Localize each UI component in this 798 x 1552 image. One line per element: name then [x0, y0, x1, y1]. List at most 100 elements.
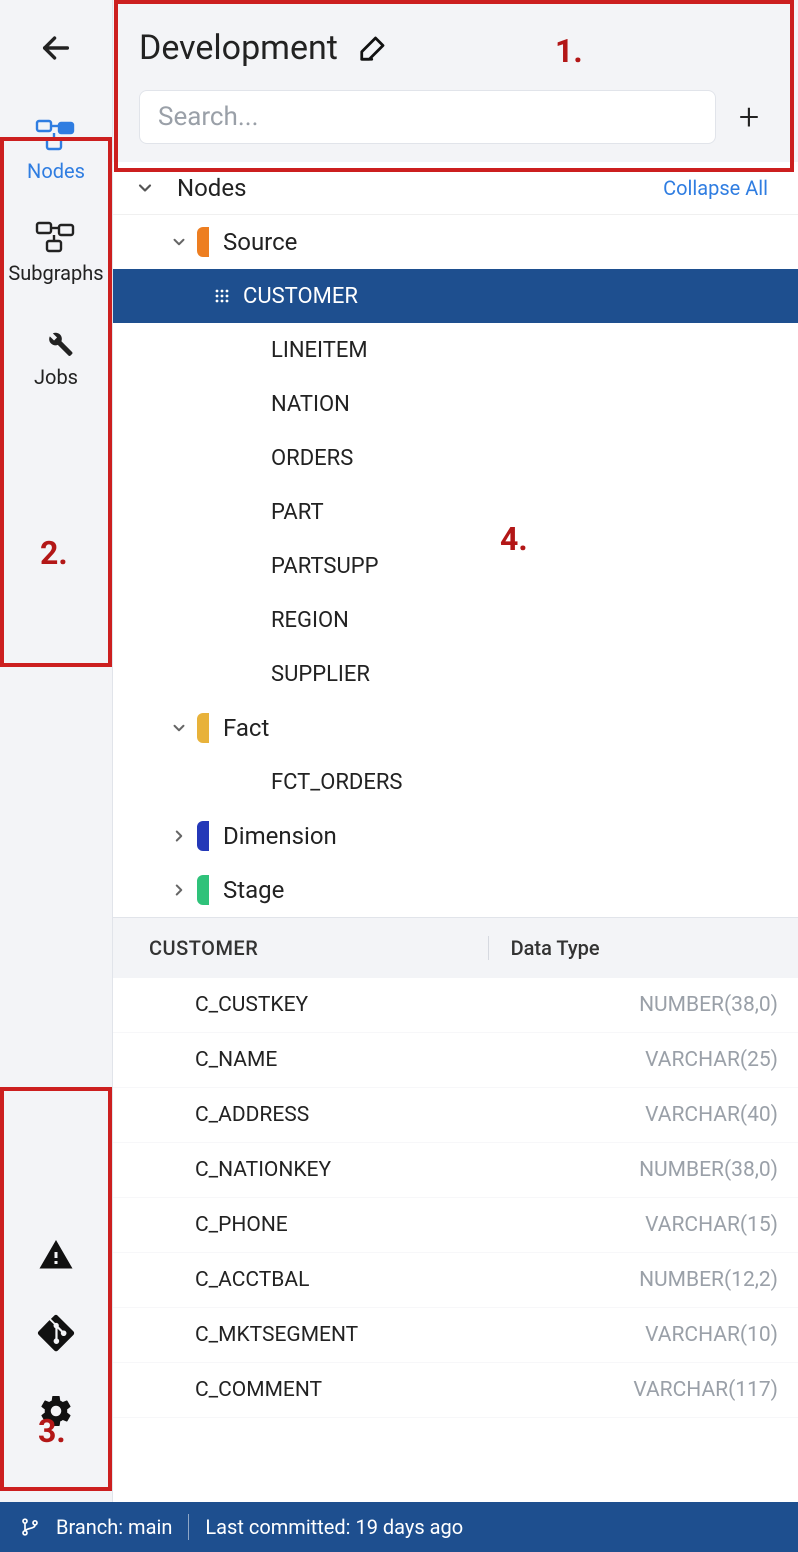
columns-header-row: CUSTOMER Data Type: [113, 918, 798, 978]
column-type: NUMBER(38,0): [639, 1158, 778, 1182]
chevron-down-icon: [165, 719, 193, 737]
tree-item-label: ORDERS: [229, 446, 353, 471]
column-row[interactable]: C_NAMEVARCHAR(25): [113, 1033, 798, 1088]
column-row[interactable]: C_ADDRESSVARCHAR(40): [113, 1088, 798, 1143]
column-type: VARCHAR(15): [645, 1213, 778, 1237]
column-type: VARCHAR(117): [633, 1378, 778, 1402]
gear-icon: [38, 1393, 74, 1429]
column-type: VARCHAR(10): [645, 1323, 778, 1347]
collapse-all-link[interactable]: Collapse All: [663, 176, 768, 200]
tree-item-label: NATION: [229, 392, 350, 417]
tree-group-fact[interactable]: Fact: [113, 701, 798, 755]
sidebar-bottom-section: [0, 1234, 112, 1502]
tree-item[interactable]: REGION: [113, 593, 798, 647]
columns-table-name: CUSTOMER: [149, 936, 488, 960]
warning-icon: [38, 1237, 74, 1273]
group-color-tag: [197, 821, 209, 851]
wrench-icon: [38, 323, 74, 359]
branch-icon: [20, 1517, 40, 1537]
group-label: Dimension: [223, 822, 337, 850]
column-row[interactable]: C_MKTSEGMENTVARCHAR(10): [113, 1308, 798, 1363]
group-label: Fact: [223, 714, 269, 742]
tree-group-stage[interactable]: Stage: [113, 863, 798, 917]
settings-button[interactable]: [35, 1390, 77, 1432]
last-commit-label[interactable]: Last committed: 19 days ago: [205, 1515, 463, 1539]
tree-root-row[interactable]: Nodes Collapse All: [113, 162, 798, 215]
column-row[interactable]: C_CUSTKEYNUMBER(38,0): [113, 978, 798, 1033]
git-button[interactable]: [35, 1312, 77, 1354]
column-name: C_NAME: [195, 1048, 645, 1072]
group-label: Stage: [223, 876, 284, 904]
sidebar-item-label: Nodes: [27, 159, 85, 183]
tree-group-dimension[interactable]: Dimension: [113, 809, 798, 863]
tree-item[interactable]: PARTSUPP: [113, 539, 798, 593]
git-icon: [37, 1314, 75, 1352]
column-row[interactable]: C_NATIONKEYNUMBER(38,0): [113, 1143, 798, 1198]
tree-item[interactable]: ORDERS: [113, 431, 798, 485]
column-type: NUMBER(38,0): [639, 993, 778, 1017]
tree-item[interactable]: CUSTOMER: [113, 269, 798, 323]
columns-panel: CUSTOMER Data Type C_CUSTKEYNUMBER(38,0)…: [113, 917, 798, 1418]
sidebar-item-jobs[interactable]: Jobs: [0, 309, 112, 413]
tree-item-label: PART: [229, 500, 324, 525]
group-color-tag: [197, 227, 209, 257]
header: Development +: [113, 0, 798, 162]
column-type: VARCHAR(40): [645, 1103, 778, 1127]
status-bar: Branch: main Last committed: 19 days ago: [0, 1502, 798, 1552]
tree-item-label: REGION: [229, 608, 349, 633]
tree-item[interactable]: FCT_ORDERS: [113, 755, 798, 809]
arrow-left-icon: [39, 31, 73, 65]
status-separator: [188, 1514, 189, 1540]
chevron-right-icon: [165, 827, 193, 845]
tree-item-label: PARTSUPP: [229, 554, 379, 579]
column-type: NUMBER(12,2): [639, 1268, 778, 1292]
group-label: Source: [223, 228, 297, 256]
group-color-tag: [197, 875, 209, 905]
drag-handle-icon[interactable]: [211, 288, 243, 304]
plus-icon: +: [739, 96, 759, 138]
tree-item[interactable]: SUPPLIER: [113, 647, 798, 701]
column-name: C_NATIONKEY: [195, 1158, 639, 1182]
chevron-right-icon: [165, 881, 193, 899]
left-sidebar: Nodes Subgraphs Jobs: [0, 0, 112, 1502]
column-name: C_ACCTBAL: [195, 1268, 639, 1292]
column-row[interactable]: C_ACCTBALNUMBER(12,2): [113, 1253, 798, 1308]
tree-item[interactable]: PART: [113, 485, 798, 539]
column-name: C_COMMENT: [195, 1378, 633, 1402]
column-name: C_MKTSEGMENT: [195, 1323, 645, 1347]
problems-button[interactable]: [35, 1234, 77, 1276]
chevron-down-icon: [165, 233, 193, 251]
branch-label[interactable]: Branch: main: [56, 1515, 172, 1539]
pencil-icon: [358, 33, 388, 63]
tree-item[interactable]: LINEITEM: [113, 323, 798, 377]
tree-item-label: CUSTOMER: [243, 284, 358, 309]
back-button[interactable]: [0, 0, 112, 95]
search-input[interactable]: [139, 90, 716, 144]
column-name: C_CUSTKEY: [195, 993, 639, 1017]
column-name: C_ADDRESS: [195, 1103, 645, 1127]
column-row[interactable]: C_PHONEVARCHAR(15): [113, 1198, 798, 1253]
tree-root-label: Nodes: [177, 174, 246, 202]
tree-item-label: LINEITEM: [229, 338, 368, 363]
subgraphs-icon: [35, 221, 77, 255]
nodes-icon: [35, 119, 77, 153]
tree-group-source[interactable]: Source: [113, 215, 798, 269]
tree: Source CUSTOMER LINEITEM NATION ORDERS PART PA…: [113, 215, 798, 917]
tree-item-label: SUPPLIER: [229, 662, 370, 687]
columns-datatype-header: Data Type: [488, 936, 776, 960]
chevron-down-icon: [133, 178, 157, 198]
edit-title-button[interactable]: [358, 33, 388, 63]
column-type: VARCHAR(25): [645, 1048, 778, 1072]
sidebar-item-nodes[interactable]: Nodes: [0, 105, 112, 207]
group-color-tag: [197, 713, 209, 743]
tree-item[interactable]: NATION: [113, 377, 798, 431]
tree-item-label: FCT_ORDERS: [229, 770, 402, 795]
sidebar-item-label: Jobs: [34, 365, 78, 389]
add-button[interactable]: +: [726, 94, 772, 140]
column-name: C_PHONE: [195, 1213, 645, 1237]
sidebar-item-subgraphs[interactable]: Subgraphs: [0, 207, 112, 309]
workspace-title: Development: [139, 28, 338, 68]
main-panel: Development + Nodes Collapse All Source C…: [112, 0, 798, 1502]
sidebar-item-label: Subgraphs: [8, 261, 103, 285]
column-row[interactable]: C_COMMENTVARCHAR(117): [113, 1363, 798, 1418]
